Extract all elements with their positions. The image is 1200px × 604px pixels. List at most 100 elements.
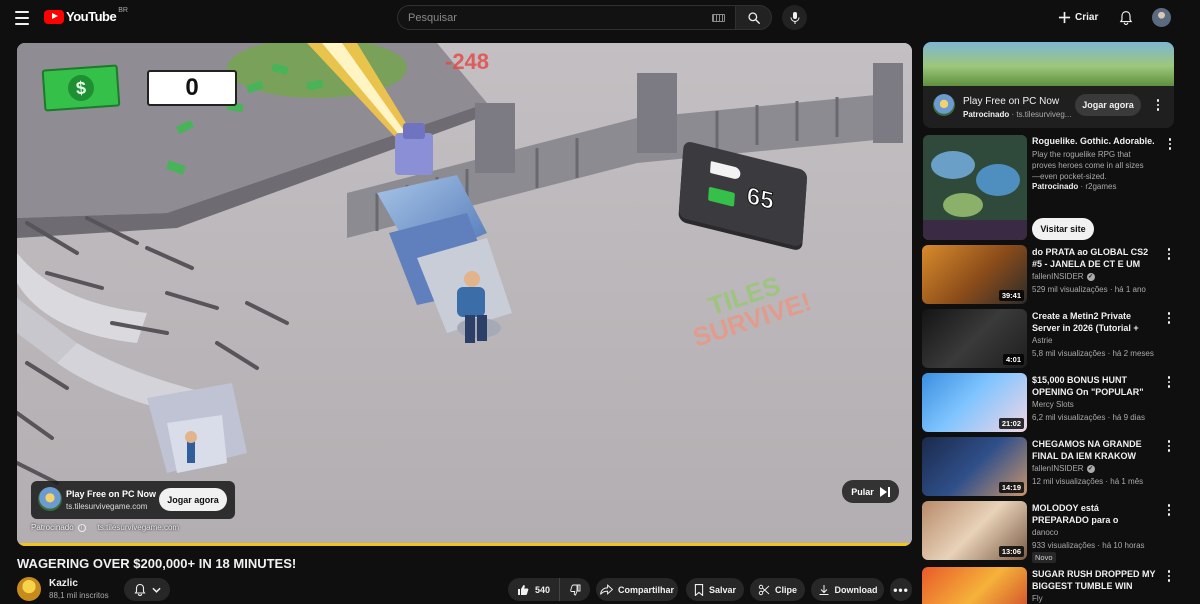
logo-region: BR: [118, 7, 128, 14]
video-thumbnail[interactable]: 21:02: [922, 373, 1027, 432]
more-vertical-icon[interactable]: [1164, 569, 1174, 583]
more-horizontal-icon: •••: [893, 582, 909, 597]
download-label: Download: [834, 584, 878, 595]
video-title[interactable]: $15,000 BONUS HUNT OPENING On "POPULAR" …: [1032, 374, 1158, 398]
more-actions-button[interactable]: •••: [890, 578, 912, 601]
youtube-logo[interactable]: YouTube BR: [44, 7, 128, 24]
score-panel: $ 0: [41, 64, 237, 112]
video-title[interactable]: do PRATA ao GLOBAL CS2 #5 - JANELA DE CT…: [1032, 246, 1158, 270]
sponsored-video-ad[interactable]: Roguelike. Gothic. Adorable. Play the ro…: [923, 135, 1174, 240]
ad-card-domain: ts.tilesurviveg...: [1016, 110, 1072, 119]
recommended-video[interactable]: 39:41 do PRATA ao GLOBAL CS2 #5 - JANELA…: [922, 245, 1174, 305]
video-channel[interactable]: fallenINSIDER ✓: [1032, 272, 1095, 281]
sponsored-title[interactable]: Roguelike. Gothic. Adorable.: [1032, 136, 1155, 146]
keyboard-icon[interactable]: [712, 14, 725, 22]
dislike-button[interactable]: [560, 578, 590, 601]
skip-next-icon: [879, 486, 890, 497]
view-count: 529 mil visualizações: [1032, 285, 1108, 294]
ad-meta: Patrocinado i ts.tilesurvivegame.com: [31, 523, 179, 532]
recommended-video[interactable]: 14:19 CHEGAMOS NA GRANDE FINAL DA IEM KR…: [922, 437, 1174, 497]
create-button[interactable]: Criar: [1058, 7, 1098, 27]
skip-ad-button[interactable]: Pular: [842, 480, 899, 503]
like-button[interactable]: 540: [508, 578, 560, 601]
video-channel[interactable]: Fly: [1032, 594, 1043, 603]
ad-title[interactable]: Play Free on PC Now: [66, 489, 156, 499]
ammo-count: 65: [746, 182, 776, 216]
thumbs-down-icon: [570, 584, 581, 595]
video-duration: 21:02: [998, 418, 1024, 429]
video-channel[interactable]: Astrie: [1032, 336, 1052, 345]
voice-search-button[interactable]: [782, 5, 807, 30]
clip-label: Clipe: [774, 584, 797, 595]
more-vertical-icon[interactable]: [1164, 311, 1174, 325]
view-count: 5,8 mil visualizações: [1032, 349, 1106, 358]
recommended-video[interactable]: SUGAR RUSH DROPPED MY BIGGEST TUMBLE WIN…: [922, 567, 1174, 604]
plus-icon: [1058, 11, 1071, 23]
share-button[interactable]: Compartilhar: [596, 578, 678, 601]
more-vertical-icon[interactable]: [1164, 247, 1174, 261]
recommended-video[interactable]: 4:01 Create a Metin2 Private Server in 2…: [922, 309, 1174, 369]
subscription-bell-button[interactable]: [124, 578, 170, 601]
search-input[interactable]: [398, 6, 698, 29]
video-thumbnail[interactable]: [922, 567, 1027, 604]
ad-card-title[interactable]: Play Free on PC Now: [963, 96, 1059, 107]
video-thumbnail[interactable]: 4:01: [922, 309, 1027, 368]
channel-avatar[interactable]: [17, 577, 41, 601]
ad-overlay[interactable]: Play Free on PC Now ts.tilesurvivegame.c…: [31, 481, 235, 519]
search-icon: [747, 11, 760, 24]
more-vertical-icon[interactable]: [1165, 137, 1175, 151]
create-label: Criar: [1075, 11, 1099, 23]
notifications-button[interactable]: [1116, 7, 1136, 27]
more-vertical-icon[interactable]: [1153, 98, 1163, 112]
damage-number: -248: [445, 49, 490, 74]
save-label: Salvar: [708, 584, 737, 595]
upload-age: há 9 dias: [1112, 413, 1145, 422]
ad-banner-image[interactable]: [923, 42, 1174, 86]
video-player[interactable]: $ 0 -248 65 TILES SURVIVE! Play Free on …: [17, 43, 912, 546]
recommended-video[interactable]: 21:02 $15,000 BONUS HUNT OPENING On "POP…: [922, 373, 1174, 433]
video-duration: 4:01: [1002, 354, 1024, 365]
clip-button[interactable]: Clipe: [750, 578, 805, 601]
ad-meta-domain[interactable]: ts.tilesurvivegame.com: [98, 523, 179, 532]
visit-site-button[interactable]: Visitar site: [1032, 218, 1094, 240]
video-stats: 529 mil visualizações · há 1 ano: [1032, 285, 1146, 294]
video-thumbnail[interactable]: 39:41: [922, 245, 1027, 304]
verified-check-icon: ✓: [1086, 272, 1095, 281]
download-button[interactable]: Download: [811, 578, 884, 601]
search-bar: [397, 5, 772, 30]
menu-icon[interactable]: [10, 6, 34, 30]
ad-progress-bar[interactable]: [17, 543, 912, 546]
more-vertical-icon[interactable]: [1164, 439, 1174, 453]
ad-play-now-button[interactable]: Jogar agora: [159, 488, 227, 511]
sponsored-description: Play the roguelike RPG that proves heroe…: [1032, 150, 1144, 181]
sponsored-thumbnail[interactable]: [923, 135, 1027, 240]
video-title[interactable]: CHEGAMOS NA GRANDE FINAL DA IEM KRAKOW 2…: [1032, 438, 1158, 462]
sponsored-meta: Patrocinado · r2games: [1032, 182, 1117, 191]
download-icon: [819, 584, 828, 595]
upload-age: há 1 ano: [1114, 285, 1146, 294]
video-thumbnail[interactable]: 14:19: [922, 437, 1027, 496]
channel-name[interactable]: Kazlic: [49, 578, 78, 589]
video-channel[interactable]: Mercy Slots: [1032, 400, 1074, 409]
video-channel[interactable]: fallenINSIDER ✓: [1032, 464, 1095, 473]
video-title[interactable]: MOLODOY está PREPARADO para o PRÓXIMO CA…: [1032, 502, 1158, 526]
subscriber-count: 88,1 mil inscritos: [49, 591, 109, 600]
search-button[interactable]: [735, 5, 772, 30]
account-avatar[interactable]: [1152, 8, 1171, 27]
ad-card-meta: Patrocinado · ts.tilesurviveg...: [963, 110, 1072, 119]
video-title[interactable]: SUGAR RUSH DROPPED MY BIGGEST TUMBLE WIN…: [1032, 568, 1158, 592]
info-icon[interactable]: i: [77, 523, 86, 532]
more-vertical-icon[interactable]: [1164, 375, 1174, 389]
channel-name: Astrie: [1032, 336, 1053, 345]
more-vertical-icon[interactable]: [1164, 503, 1174, 517]
video-channel[interactable]: danoco: [1032, 528, 1058, 537]
save-button[interactable]: Salvar: [686, 578, 744, 601]
video-title[interactable]: Create a Metin2 Private Server in 2026 (…: [1032, 310, 1158, 334]
video-thumbnail[interactable]: 13:06: [922, 501, 1027, 560]
bell-icon: [133, 583, 146, 596]
sponsored-label: Patrocinado: [1032, 182, 1079, 191]
cash-icon: [708, 186, 735, 207]
recommended-video[interactable]: 13:06 MOLODOY está PREPARADO para o PRÓX…: [922, 501, 1174, 563]
sidebar-ad-card[interactable]: Play Free on PC Now Patrocinado · ts.til…: [923, 42, 1174, 128]
ad-card-play-button[interactable]: Jogar agora: [1075, 94, 1141, 116]
